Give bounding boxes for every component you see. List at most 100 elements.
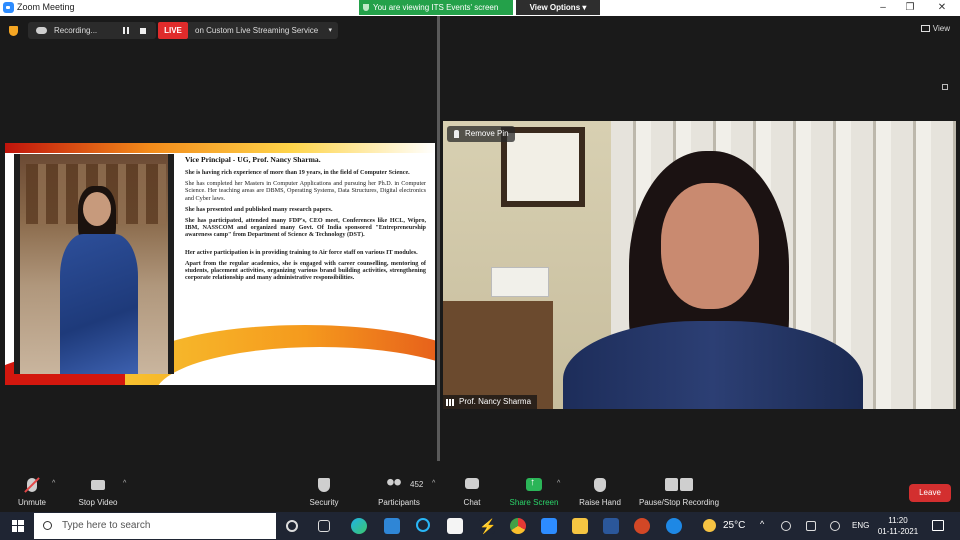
unmute-label: Unmute [17,498,46,507]
stop-video-button[interactable]: Stop Video [72,470,124,512]
viewing-screen-banner: You are viewing ITS Events' screen [359,0,513,15]
view-button[interactable]: View [920,24,950,33]
recording-indicator: Recording... [28,22,156,39]
edge-browser-icon[interactable] [351,518,367,534]
slide-paragraph: She has presented and published many res… [185,205,333,213]
zoom-taskbar-icon[interactable] [541,518,557,534]
store-icon[interactable] [447,518,463,534]
video-options-caret[interactable]: ^ [123,480,126,487]
view-label: View [932,24,950,33]
split-divider[interactable] [437,16,440,461]
weather-sun-icon[interactable] [703,519,716,532]
shield-icon [318,478,330,492]
slide-text: Vice Principal - UG, Prof. Nancy Sharma.… [185,155,426,281]
live-stream-dropdown[interactable]: on Custom Live Streaming Service ▾ [188,22,338,39]
task-view-icon[interactable] [318,520,330,532]
taskbar-search-input[interactable]: Type here to search [34,513,276,539]
viewing-banner-text: You are viewing ITS Events' screen [373,3,499,12]
help-icon[interactable] [666,518,682,534]
pause-stop-recording-label: Pause/Stop Recording [638,498,720,507]
chrome-icon[interactable] [510,518,526,534]
encryption-shield-icon[interactable] [9,26,18,36]
restore-button[interactable]: ❐ [903,1,917,14]
photo-face [83,192,111,226]
share-options-caret[interactable]: ^ [557,480,560,487]
search-icon [43,521,52,530]
battery-icon[interactable] [806,521,816,531]
word-icon[interactable] [603,518,619,534]
photo-saree [60,234,138,374]
volume-icon[interactable] [830,521,840,531]
security-button[interactable]: Security [304,470,344,512]
cortana-icon[interactable] [286,520,298,532]
cloud-icon [36,27,47,34]
slide-paragraph: Her active participation is in providing… [185,248,418,256]
participants-label: Participants [378,498,420,507]
video-camera-icon [91,480,105,490]
lightning-app-icon[interactable]: ⚡ [479,518,496,534]
chat-button[interactable]: Chat [456,470,488,512]
leave-button[interactable]: Leave [909,484,951,502]
share-screen-label: Share Screen [509,498,559,507]
close-button[interactable]: ✕ [935,1,949,14]
zoom-logo-icon [3,2,14,13]
share-screen-icon [526,477,542,491]
participants-icon [385,478,403,490]
pin-icon [454,130,459,138]
unmute-button[interactable]: Unmute [12,470,52,512]
participants-options-caret[interactable]: ^ [432,480,435,487]
chevron-down-icon: ▾ [328,27,332,34]
notifications-icon[interactable] [932,520,944,531]
signal-bars-icon [446,399,455,406]
remove-pin-button[interactable]: Remove Pin [447,126,515,142]
pause-stop-recording-button[interactable]: Pause/Stop Recording [632,470,726,512]
popout-icon[interactable] [942,84,948,90]
pause-stop-icon [664,478,694,492]
slide-paragraph: She has completed her Masters in Compute… [185,180,426,202]
title-bar: Zoom Meeting You are viewing ITS Events'… [0,0,960,16]
tray-app-icon[interactable] [781,521,791,531]
stop-recording-icon[interactable] [140,28,146,34]
recording-status: Recording... [54,26,98,35]
audio-options-caret[interactable]: ^ [52,480,55,487]
taskbar-clock[interactable]: 11:20 01-11-2021 [873,515,923,537]
slide-heading: Vice Principal - UG, Prof. Nancy Sharma. [185,155,321,164]
video-switchboard [491,267,549,297]
slide-paragraph: She has participated, attended many FDP'… [185,217,426,239]
live-badge: LIVE [158,22,188,39]
profile-photo [14,154,174,374]
window-title: Zoom Meeting [17,2,75,12]
stream-label: on Custom Live Streaming Service [195,26,319,35]
minimize-button[interactable]: – [876,1,890,14]
file-explorer-icon[interactable] [572,518,588,534]
hand-icon [594,478,606,492]
remove-pin-label: Remove Pin [465,129,509,138]
mail-icon[interactable] [384,518,400,534]
raise-hand-button[interactable]: Raise Hand [574,470,626,512]
search-placeholder: Type here to search [62,520,151,531]
grid-view-icon [920,25,930,32]
video-cabinet [443,301,553,409]
meeting-toolbar: Unmute ^ Stop Video ^ Security 452 Parti… [0,470,960,512]
temperature[interactable]: 25°C [723,520,745,531]
view-options-button[interactable]: View Options ▾ [516,0,600,15]
cortana-circle-icon[interactable] [416,518,430,532]
pause-recording-icon[interactable] [123,27,129,34]
stop-video-label: Stop Video [78,498,118,507]
chat-label: Chat [463,498,481,507]
slide-paragraph: She is having rich experience of more th… [185,169,410,176]
participant-name-tag: Prof. Nancy Sharma [443,395,538,409]
participant-video[interactable] [443,121,956,409]
clock-time: 11:20 [888,516,908,525]
input-language[interactable]: ENG [852,521,869,530]
participants-button[interactable]: 452 Participants [372,470,426,512]
windows-taskbar: Type here to search ⚡ 25°C ^ ENG 11:20 0… [0,512,960,540]
windows-start-icon[interactable] [12,520,24,532]
powerpoint-icon[interactable] [634,518,650,534]
slide-paragraph: Apart from the regular academics, she is… [185,259,426,282]
tray-expand-icon[interactable]: ^ [760,519,770,529]
shared-screen-slide: Vice Principal - UG, Prof. Nancy Sharma.… [5,143,435,385]
share-screen-button[interactable]: Share Screen [506,470,562,512]
chat-bubble-icon [465,478,479,489]
slide-top-border [5,143,435,153]
